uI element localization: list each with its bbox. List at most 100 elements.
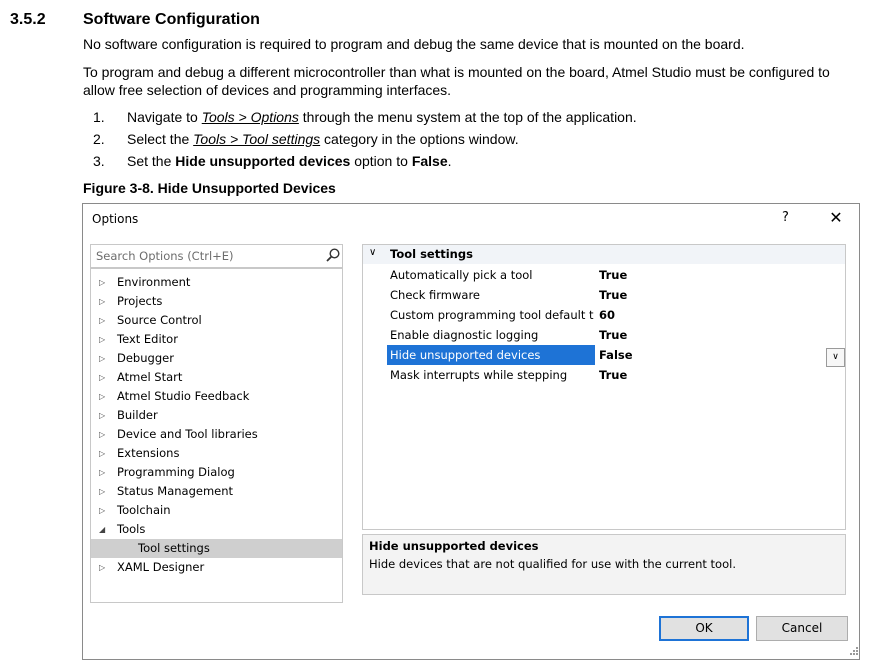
dialog-title: Options	[92, 212, 139, 226]
property-value[interactable]: True	[599, 265, 627, 285]
property-value[interactable]: False	[599, 345, 633, 365]
expand-arrow-icon[interactable]: ▷	[99, 463, 105, 482]
expand-arrow-icon[interactable]: ▷	[99, 273, 105, 292]
expand-arrow-icon[interactable]: ▷	[99, 330, 105, 349]
tree-item-projects[interactable]: ▷ Projects	[91, 292, 342, 311]
property-row-selected[interactable]: Hide unsupported devices False	[363, 345, 845, 365]
expand-arrow-icon[interactable]: ▷	[99, 425, 105, 444]
tree-item-device-and-tool-libraries[interactable]: ▷ Device and Tool libraries	[91, 425, 342, 444]
tree-item-status-management[interactable]: ▷ Status Management	[91, 482, 342, 501]
expand-arrow-icon[interactable]: ▷	[99, 444, 105, 463]
property-row[interactable]: Mask interrupts while stepping True	[363, 365, 845, 385]
step-number: 3.	[93, 153, 105, 169]
menu-path-link[interactable]: Tools > Options	[202, 109, 299, 125]
tree-item-label: Programming Dialog	[117, 465, 235, 479]
close-button[interactable]: ✕	[825, 208, 847, 230]
expand-arrow-icon[interactable]: ▷	[99, 292, 105, 311]
options-dialog: Options ? ✕ Search Options (Ctrl+E) ▷ Env…	[82, 203, 860, 660]
tree-item-label: Environment	[117, 275, 191, 289]
description-panel: Hide unsupported devices Hide devices th…	[362, 534, 846, 595]
property-row[interactable]: Custom programming tool default timeout 6…	[363, 305, 845, 325]
step-text: Set the	[127, 153, 176, 169]
category-label: Tool settings	[390, 247, 473, 261]
collapse-arrow-icon[interactable]: ◢	[99, 520, 105, 539]
tree-item-label: Text Editor	[117, 332, 178, 346]
expand-arrow-icon[interactable]: ▷	[99, 387, 105, 406]
tree-item-label: Tool settings	[138, 541, 210, 555]
step-text: Select the	[127, 131, 194, 147]
paragraph-2: To program and debug a different microco…	[83, 64, 830, 98]
property-value[interactable]: True	[599, 285, 627, 305]
options-tree: ▷ Environment ▷ Projects ▷ Source Control ▷…	[90, 268, 343, 603]
expand-arrow-icon[interactable]: ▷	[99, 406, 105, 425]
step-1: 1. Navigate to Tools > Options through th…	[93, 108, 637, 126]
step-number: 1.	[93, 109, 105, 125]
tree-item-label: Projects	[117, 294, 163, 308]
tree-item-xaml-designer[interactable]: ▷ XAML Designer	[91, 558, 342, 577]
step-text: category in the options window.	[320, 131, 519, 147]
search-placeholder: Search Options (Ctrl+E)	[96, 249, 234, 263]
property-row[interactable]: Enable diagnostic logging True	[363, 325, 845, 345]
expand-arrow-icon[interactable]: ▷	[99, 349, 105, 368]
tree-item-label: Atmel Start	[117, 370, 183, 384]
tree-item-extensions[interactable]: ▷ Extensions	[91, 444, 342, 463]
tree-item-label: Debugger	[117, 351, 174, 365]
tree-item-atmel-studio-feedback[interactable]: ▷ Atmel Studio Feedback	[91, 387, 342, 406]
property-row[interactable]: Automatically pick a tool True	[363, 265, 845, 285]
property-value[interactable]: 60	[599, 305, 615, 325]
tree-item-label: Atmel Studio Feedback	[117, 389, 250, 403]
tree-item-source-control[interactable]: ▷ Source Control	[91, 311, 342, 330]
description-title: Hide unsupported devices	[369, 539, 539, 553]
expand-arrow-icon[interactable]: ▷	[99, 558, 105, 577]
tree-item-label: Tools	[117, 522, 146, 536]
tree-item-label: Builder	[117, 408, 158, 422]
expand-arrow-icon[interactable]: ▷	[99, 311, 105, 330]
option-value: False	[411, 153, 448, 169]
tree-item-label: Toolchain	[117, 503, 171, 517]
tree-item-text-editor[interactable]: ▷ Text Editor	[91, 330, 342, 349]
property-value[interactable]: True	[599, 365, 627, 385]
tree-item-label: Source Control	[117, 313, 202, 327]
paragraph-1: No software configuration is required to…	[83, 36, 745, 52]
property-name: Automatically pick a tool	[390, 268, 533, 282]
expand-arrow-icon[interactable]: ▷	[99, 368, 105, 387]
menu-path-link[interactable]: Tools > Tool settings	[193, 131, 320, 147]
search-icon[interactable]	[325, 247, 341, 263]
property-name: Hide unsupported devices	[387, 345, 595, 365]
ok-button[interactable]: OK	[659, 616, 749, 641]
option-name: Hide unsupported devices	[175, 153, 351, 169]
tree-item-tools[interactable]: ◢ Tools	[91, 520, 342, 539]
tree-item-label: Status Management	[117, 484, 234, 498]
tree-item-environment[interactable]: ▷ Environment	[91, 273, 342, 292]
property-name: Mask interrupts while stepping	[390, 368, 568, 382]
step-text: .	[447, 153, 452, 169]
dropdown-button[interactable]: ∨	[826, 348, 845, 367]
tree-item-builder[interactable]: ▷ Builder	[91, 406, 342, 425]
property-row[interactable]: Check firmware True	[363, 285, 845, 305]
tree-item-atmel-start[interactable]: ▷ Atmel Start	[91, 368, 342, 387]
property-name: Custom programming tool default timeout	[390, 308, 594, 322]
expand-arrow-icon[interactable]: ▷	[99, 501, 105, 520]
figure-caption: Figure 3-8. Hide Unsupported Devices	[83, 180, 336, 196]
search-input[interactable]: Search Options (Ctrl+E)	[90, 244, 343, 268]
tree-item-toolchain[interactable]: ▷ Toolchain	[91, 501, 342, 520]
property-value[interactable]: True	[599, 325, 627, 345]
tree-item-tool-settings[interactable]: Tool settings	[91, 539, 342, 558]
cancel-button[interactable]: Cancel	[756, 616, 848, 641]
help-button[interactable]: ?	[782, 210, 789, 225]
tree-item-label: Device and Tool libraries	[117, 427, 258, 441]
step-2: 2. Select the Tools > Tool settings categ…	[93, 130, 519, 148]
section-number: 3.5.2	[10, 11, 46, 28]
description-text: Hide devices that are not qualified for …	[369, 557, 736, 571]
section-title: Software Configuration	[83, 11, 260, 28]
step-text: Navigate to	[127, 109, 202, 125]
resize-grip-icon[interactable]	[849, 646, 859, 656]
tree-item-programming-dialog[interactable]: ▷ Programming Dialog	[91, 463, 342, 482]
tree-item-label: Extensions	[117, 446, 180, 460]
step-text: through the menu system at the top of th…	[298, 109, 637, 125]
tree-item-debugger[interactable]: ▷ Debugger	[91, 349, 342, 368]
expand-arrow-icon[interactable]: ▷	[99, 482, 105, 501]
chevron-down-icon[interactable]: ∨	[369, 247, 376, 258]
category-header[interactable]: ∨ Tool settings	[363, 245, 845, 264]
step-number: 2.	[93, 131, 105, 147]
